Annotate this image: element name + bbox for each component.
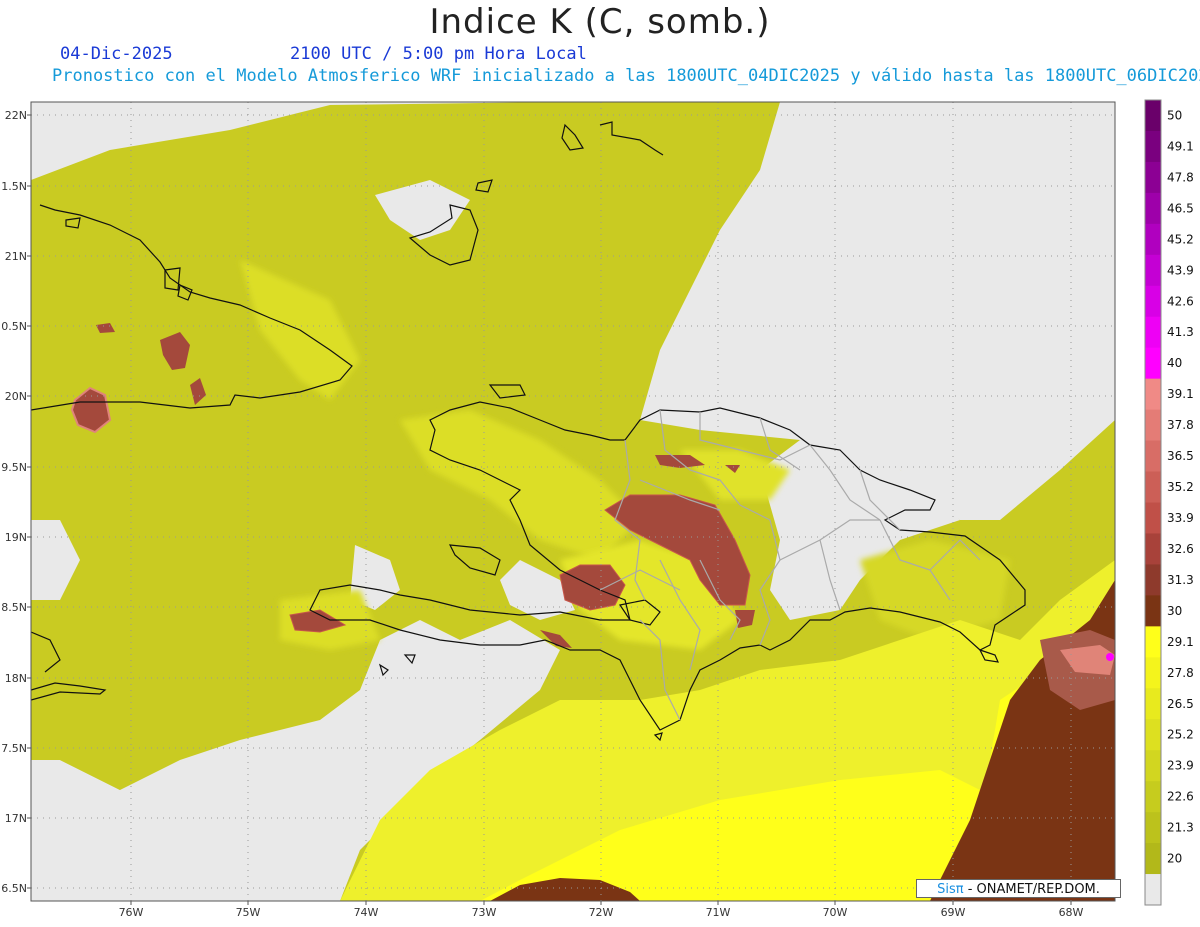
colorbar-swatch xyxy=(1145,471,1161,503)
colorbar-swatch xyxy=(1145,874,1161,906)
colorbar-swatch xyxy=(1145,502,1161,534)
colorbar-label: 50 xyxy=(1167,108,1182,122)
colorbar-swatch xyxy=(1145,409,1161,442)
lat-label: 21N xyxy=(5,250,27,263)
lat-label: 19N xyxy=(5,531,27,544)
lat-label: 6.5N xyxy=(1,882,27,895)
colorbar-swatch xyxy=(1145,378,1161,411)
lon-label: 73W xyxy=(472,906,497,919)
lat-label: 17N xyxy=(5,812,27,825)
k-index-map: 22N 1.5N 21N 0.5N 20N 9.5N 19N 8.5N 18N 7.5N 17N 6.… xyxy=(1,99,1194,919)
lat-label: 0.5N xyxy=(1,320,27,333)
colorbar-label: 25.2 xyxy=(1167,728,1194,742)
colorbar-swatch xyxy=(1145,347,1161,380)
colorbar-swatch xyxy=(1145,564,1161,596)
colorbar-swatch xyxy=(1145,161,1161,194)
colorbar-label: 29.1 xyxy=(1167,635,1194,649)
colorbar-label: 26.5 xyxy=(1167,697,1194,711)
colorbar-label: 47.8 xyxy=(1167,170,1194,184)
colorbar-swatch xyxy=(1145,316,1161,349)
colorbar-label: 22.6 xyxy=(1167,790,1194,804)
credit-box: Sisπ - ONAMET/REP.DOM. xyxy=(916,879,1121,898)
colorbar-label: 39.1 xyxy=(1167,387,1194,401)
credit-text: - ONAMET/REP.DOM. xyxy=(967,882,1100,897)
lat-label: 22N xyxy=(5,109,27,122)
colorbar-label: 21.3 xyxy=(1167,821,1194,835)
colorbar-label: 35.2 xyxy=(1167,480,1194,494)
credit-brand: Sisπ xyxy=(937,882,964,897)
colorbar-swatch xyxy=(1145,533,1161,565)
colorbar-swatch xyxy=(1145,440,1161,473)
colorbar-swatch xyxy=(1145,100,1161,132)
longitude-labels: 76W 75W 74W 73W 72W 71W 70W 69W 68W xyxy=(119,901,1084,919)
colorbar-swatch xyxy=(1145,254,1161,287)
colorbar-label: 46.5 xyxy=(1167,201,1194,215)
latitude-labels: 22N 1.5N 21N 0.5N 20N 9.5N 19N 8.5N 18N 7.5N 17N 6.… xyxy=(1,109,31,895)
colorbar-swatch xyxy=(1145,812,1161,844)
colorbar: 50 49.1 47.8 46.5 45.2 43.9 42.6 41.3 40 39.1 37.8… xyxy=(1144,99,1194,906)
colorbar-swatch xyxy=(1145,688,1161,720)
lon-label: 71W xyxy=(706,906,731,919)
colorbar-swatch xyxy=(1145,595,1161,627)
colorbar-label: 37.8 xyxy=(1167,418,1194,432)
colorbar-label: 40 xyxy=(1167,356,1182,370)
lon-label: 68W xyxy=(1059,906,1084,919)
colorbar-swatch xyxy=(1145,657,1161,689)
colorbar-label: 41.3 xyxy=(1167,325,1194,339)
lon-label: 72W xyxy=(589,906,614,919)
lon-label: 76W xyxy=(119,906,144,919)
colorbar-label: 49.1 xyxy=(1167,139,1194,153)
colorbar-swatch xyxy=(1145,626,1161,658)
colorbar-label: 36.5 xyxy=(1167,449,1194,463)
lon-label: 74W xyxy=(354,906,379,919)
colorbar-swatch xyxy=(1145,130,1161,163)
colorbar-label: 43.9 xyxy=(1167,263,1194,277)
colorbar-label: 42.6 xyxy=(1167,294,1194,308)
colorbar-label: 32.6 xyxy=(1167,542,1194,556)
colorbar-swatch xyxy=(1145,719,1161,751)
lat-label: 1.5N xyxy=(1,180,27,193)
lon-label: 70W xyxy=(823,906,848,919)
lat-label: 9.5N xyxy=(1,461,27,474)
colorbar-label: 27.8 xyxy=(1167,666,1194,680)
lon-label: 69W xyxy=(941,906,966,919)
colorbar-label: 20 xyxy=(1167,852,1182,866)
colorbar-swatch xyxy=(1145,843,1161,875)
colorbar-label: 45.2 xyxy=(1167,232,1194,246)
lon-label: 75W xyxy=(236,906,261,919)
lat-label: 8.5N xyxy=(1,601,27,614)
lat-label: 18N xyxy=(5,672,27,685)
lat-label: 20N xyxy=(5,390,27,403)
colorbar-swatch xyxy=(1145,285,1161,318)
colorbar-swatch xyxy=(1145,781,1161,813)
colorbar-label: 23.9 xyxy=(1167,759,1194,773)
colorbar-swatch xyxy=(1145,192,1161,225)
colorbar-swatch xyxy=(1145,750,1161,782)
colorbar-swatch xyxy=(1145,223,1161,256)
colorbar-label: 31.3 xyxy=(1167,573,1194,587)
colorbar-label: 33.9 xyxy=(1167,511,1194,525)
max-value-marker xyxy=(1106,653,1114,661)
lat-label: 7.5N xyxy=(1,742,27,755)
colorbar-label: 30 xyxy=(1167,604,1182,618)
